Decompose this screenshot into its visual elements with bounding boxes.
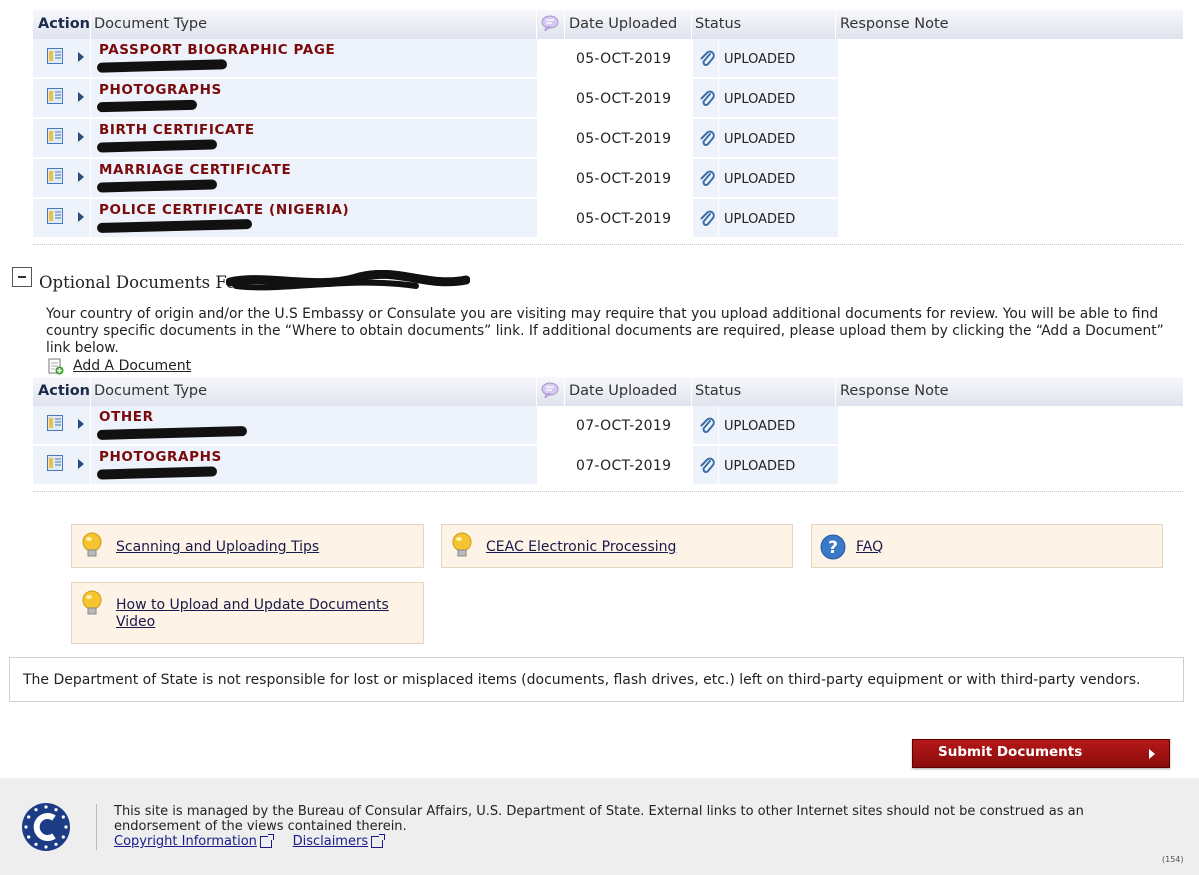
- view-document-icon[interactable]: [47, 168, 63, 184]
- header-document-type: Document Type: [94, 16, 208, 32]
- scanning-tips-link[interactable]: Scanning and Uploading Tips: [116, 539, 319, 556]
- disclaimer-notice: The Department of State is not responsib…: [9, 657, 1184, 702]
- header-response-note: Response Note: [840, 383, 949, 399]
- lightbulb-icon: [450, 531, 474, 561]
- lightbulb-icon: [80, 531, 104, 561]
- header-action: Action: [38, 16, 91, 32]
- arrow-right-icon: [1149, 749, 1155, 759]
- expand-arrow-icon[interactable]: [78, 212, 84, 222]
- view-document-icon[interactable]: [47, 455, 63, 471]
- status-text: UPLOADED: [724, 132, 796, 147]
- paperclip-icon[interactable]: [699, 50, 715, 68]
- date-uploaded: 05-OCT-2019: [576, 51, 672, 67]
- view-document-icon[interactable]: [47, 208, 63, 224]
- date-uploaded: 05-OCT-2019: [576, 211, 672, 227]
- status-text: UPLOADED: [724, 92, 796, 107]
- status-text: UPLOADED: [724, 419, 796, 434]
- table-row: OTHER 07-OCT-2019 UPLOADED: [33, 406, 1183, 446]
- copyright-link[interactable]: Copyright Information: [114, 834, 257, 849]
- paperclip-icon[interactable]: [699, 170, 715, 188]
- consular-seal-logo: [21, 802, 71, 856]
- header-date-uploaded: Date Uploaded: [569, 383, 678, 399]
- date-uploaded: 05-OCT-2019: [576, 131, 672, 147]
- add-document-link[interactable]: Add A Document: [73, 358, 191, 374]
- expand-arrow-icon[interactable]: [78, 172, 84, 182]
- footer-disclaimer: This site is managed by the Bureau of Co…: [114, 804, 1084, 834]
- tip-scanning: Scanning and Uploading Tips: [71, 524, 424, 568]
- tip-upload-video: How to Upload and Update Documents Video: [71, 582, 424, 644]
- comment-icon: [541, 15, 559, 35]
- header-date-uploaded: Date Uploaded: [569, 16, 678, 32]
- paperclip-icon[interactable]: [699, 210, 715, 228]
- header-action: Action: [38, 383, 91, 399]
- disclaimers-link[interactable]: Disclaimers: [293, 834, 369, 849]
- table-row: POLICE CERTIFICATE (NIGERIA) 05-OCT-2019 U…: [33, 199, 1183, 239]
- document-type[interactable]: PHOTOGRAPHS: [99, 449, 222, 465]
- table-row: PASSPORT BIOGRAPHIC PAGE 05-OCT-2019 UPLOA…: [33, 39, 1183, 79]
- document-type[interactable]: PASSPORT BIOGRAPHIC PAGE: [99, 42, 335, 58]
- lightbulb-icon: [80, 589, 104, 619]
- date-uploaded: 05-OCT-2019: [576, 91, 672, 107]
- header-document-type: Document Type: [94, 383, 208, 399]
- table-row: PHOTOGRAPHS 07-OCT-2019 UPLOADED: [33, 446, 1183, 486]
- table-row: BIRTH CERTIFICATE 05-OCT-2019 UPLOADED: [33, 119, 1183, 159]
- divider: [33, 491, 1183, 492]
- document-type[interactable]: OTHER: [99, 409, 154, 425]
- tip-electronic-processing: CEAC Electronic Processing: [441, 524, 793, 568]
- electronic-processing-link[interactable]: CEAC Electronic Processing: [486, 539, 676, 556]
- tip-faq: ? FAQ: [811, 524, 1163, 568]
- view-document-icon[interactable]: [47, 88, 63, 104]
- paperclip-icon[interactable]: [699, 457, 715, 475]
- view-document-icon[interactable]: [47, 48, 63, 64]
- table-row: MARRIAGE CERTIFICATE 05-OCT-2019 UPLOADED: [33, 159, 1183, 199]
- redacted-name: [225, 269, 471, 294]
- table-header: Action Document Type Date Uploaded Statu…: [33, 10, 1183, 39]
- expand-arrow-icon[interactable]: [78, 52, 84, 62]
- faq-link[interactable]: FAQ: [856, 539, 883, 556]
- document-type[interactable]: MARRIAGE CERTIFICATE: [99, 162, 291, 178]
- expand-arrow-icon[interactable]: [78, 132, 84, 142]
- submit-documents-button[interactable]: Submit Documents: [912, 739, 1170, 768]
- header-status: Status: [695, 383, 742, 399]
- footer-text: This site is managed by the Bureau of Co…: [114, 804, 1174, 849]
- header-response-note: Response Note: [840, 16, 949, 32]
- status-text: UPLOADED: [724, 459, 796, 474]
- table-row: PHOTOGRAPHS 05-OCT-2019 UPLOADED: [33, 79, 1183, 119]
- paperclip-icon[interactable]: [699, 130, 715, 148]
- status-text: UPLOADED: [724, 52, 796, 67]
- submit-label: Submit Documents: [938, 744, 1083, 760]
- page-number: (154): [1162, 855, 1184, 864]
- expand-arrow-icon[interactable]: [78, 92, 84, 102]
- date-uploaded: 07-OCT-2019: [576, 418, 672, 434]
- view-document-icon[interactable]: [47, 128, 63, 144]
- footer: This site is managed by the Bureau of Co…: [0, 778, 1199, 875]
- divider: [33, 244, 1183, 245]
- paperclip-icon[interactable]: [699, 417, 715, 435]
- expand-arrow-icon[interactable]: [78, 419, 84, 429]
- view-document-icon[interactable]: [47, 415, 63, 431]
- external-link-icon: [371, 833, 386, 848]
- expand-arrow-icon[interactable]: [78, 459, 84, 469]
- add-document-icon[interactable]: [47, 358, 64, 375]
- help-question-icon: ?: [819, 533, 847, 561]
- upload-video-link[interactable]: How to Upload and Update Documents Video: [116, 597, 406, 631]
- collapse-toggle-button[interactable]: [12, 267, 32, 287]
- notice-text: The Department of State is not responsib…: [23, 672, 1141, 688]
- date-uploaded: 07-OCT-2019: [576, 458, 672, 474]
- table-header: Action Document Type Date Uploaded Statu…: [33, 377, 1183, 406]
- external-link-icon: [259, 833, 274, 848]
- section-description: Your country of origin and/or the U.S Em…: [46, 306, 1164, 356]
- document-type[interactable]: PHOTOGRAPHS: [99, 82, 222, 98]
- status-text: UPLOADED: [724, 212, 796, 227]
- document-type[interactable]: POLICE CERTIFICATE (NIGERIA): [99, 202, 349, 218]
- svg-text:?: ?: [828, 538, 838, 558]
- section-title: Optional Documents For: [39, 273, 244, 292]
- comment-icon: [541, 382, 559, 402]
- document-type[interactable]: BIRTH CERTIFICATE: [99, 122, 255, 138]
- date-uploaded: 05-OCT-2019: [576, 171, 672, 187]
- status-text: UPLOADED: [724, 172, 796, 187]
- paperclip-icon[interactable]: [699, 90, 715, 108]
- header-status: Status: [695, 16, 742, 32]
